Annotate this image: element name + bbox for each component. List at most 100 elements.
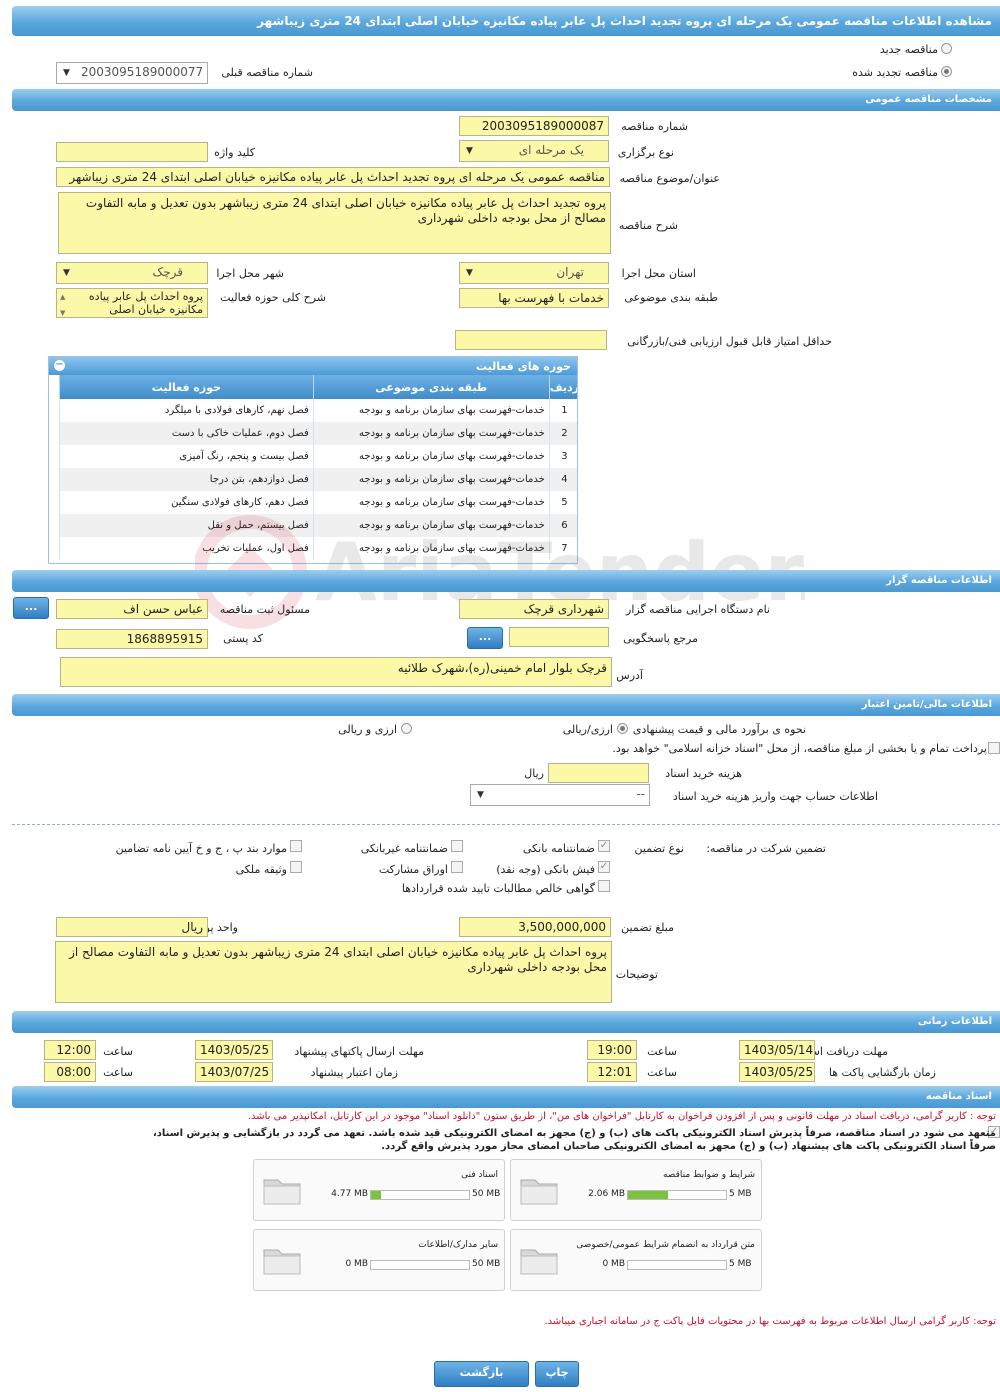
category-field[interactable]: خدمات با فهرست بها (459, 288, 609, 308)
keyword-label: کلید واژه (214, 146, 255, 159)
collapse-icon[interactable]: − (54, 360, 65, 371)
reference-label: مرجع پاسخگویی (623, 632, 698, 645)
table-row[interactable]: 1 خدمات-فهرست بهای سازمان برنامه و بودجه ف… (59, 399, 577, 422)
guarantee-clause-label: موارد بند پ ، ج و خ آیین نامه تضامین (115, 842, 287, 855)
pledge-text-2: صرفاً اسناد الکترونیکی پاکت های پیشنهاد … (381, 1141, 996, 1152)
city-select[interactable]: ▼ قرچک (56, 262, 208, 284)
min-score-field[interactable] (455, 330, 607, 350)
guarantee-claims-label: گواهی خالص مطالبات تایید شده قراردادها (401, 882, 595, 895)
treasury-text: پرداخت تمام و یا بخشی از مبلغ مناقصه، از… (612, 742, 987, 755)
holding-type-select[interactable]: ▼ یک مرحله ای (459, 140, 609, 162)
account-select[interactable]: ▼ -- (470, 784, 650, 806)
guarantee-claims-checkbox[interactable] (598, 880, 610, 892)
upload-progress (627, 1260, 727, 1270)
subject-field[interactable]: مناقصه عمومی یک مرحله ای پروه تجدید احدا… (56, 167, 610, 187)
radio-fx-rial[interactable] (401, 723, 412, 734)
doc-fee-field[interactable] (548, 763, 649, 783)
doc-other[interactable]: سایر مدارک/اطلاعات 0 MB 50 MB (253, 1229, 505, 1291)
table-row[interactable]: 3 خدمات-فهرست بهای سازمان برنامه و بودجه ف… (59, 445, 577, 468)
scroll-up-icon[interactable]: ▲ (60, 291, 65, 304)
doc-conditions[interactable]: شرایط و ضوابط مناقصه 2.06 MB 5 MB (510, 1159, 762, 1221)
radio-new[interactable] (941, 43, 952, 54)
responsible-field[interactable]: عباس حسن اف (56, 599, 208, 619)
radio-fx-rial-label: ارزی و ریالی (338, 723, 397, 736)
address-label: آدرس (616, 669, 643, 682)
prev-number-select[interactable]: ▼ 2003095189000077 (56, 62, 208, 84)
table-row[interactable]: 5 خدمات-فهرست بهای سازمان برنامه و بودجه ف… (59, 491, 577, 514)
guarantee-amount-field[interactable]: 3,500,000,000 (459, 917, 611, 937)
back-button[interactable]: بازگشت (434, 1361, 529, 1387)
postal-code-field[interactable]: 1868895915 (56, 629, 208, 649)
receive-time-field[interactable]: 19:00 (587, 1040, 637, 1060)
opening-time-field[interactable]: 12:01 (587, 1062, 637, 1082)
activities-grid-header: حوزه های فعالیت − (49, 357, 577, 375)
opening-date-field[interactable]: 1403/05/25 (739, 1062, 815, 1082)
reference-field[interactable] (509, 627, 609, 647)
subject-label: عنوان/موضوع مناقصه (619, 172, 720, 185)
col-activity: حوزه فعالیت (59, 375, 314, 399)
doc-fee-unit: ریال (524, 767, 544, 780)
description-label: شرح مناقصه (618, 219, 678, 232)
section-general-header: مشخصات مناقصه عمومی (12, 89, 1000, 111)
doc-technical[interactable]: اسناد فنی 4.77 MB 50 MB (253, 1159, 505, 1221)
print-button[interactable]: چاپ (535, 1361, 579, 1387)
guarantee-label: تضمین شرکت در مناقصه: (706, 842, 826, 855)
radio-renewed[interactable] (941, 66, 952, 77)
scroll-down-icon[interactable]: ▼ (60, 307, 65, 317)
upload-progress (627, 1190, 727, 1200)
address-textarea[interactable]: قرچک بلوار امام خمینی(ره)،شهرک طلائیه (60, 657, 612, 687)
guarantee-amount-label: مبلغ تضمین (621, 921, 674, 934)
table-row[interactable]: 2 خدمات-فهرست بهای سازمان برنامه و بودجه ف… (59, 422, 577, 445)
doc-fee-label: هزینه خرید اسناد (665, 767, 742, 780)
treasury-checkbox[interactable] (988, 742, 1000, 754)
guarantee-clause-checkbox[interactable] (290, 840, 302, 852)
guarantee-nonbank-label: ضمانتنامه غیربانکی (360, 842, 448, 855)
min-score-label: حداقل امتیاز قابل قبول ارزیابی فنی/بازرگ… (627, 335, 832, 348)
prev-number-label: شماره مناقصه قبلی (221, 66, 313, 79)
chevron-down-icon: ▼ (466, 146, 473, 156)
guarantee-bonds-checkbox[interactable] (451, 861, 463, 873)
keyword-field[interactable] (56, 142, 208, 162)
validity-time-label: ساعت (103, 1066, 133, 1079)
tender-number-field[interactable]: 2003095189000087 (459, 116, 609, 136)
guarantee-property-label: وثیقه ملکی (235, 863, 287, 876)
category-label: طبقه بندی موضوعی (624, 291, 718, 304)
guarantee-bonds-label: اوراق مشارکت (378, 863, 448, 876)
tender-number-label: شماره مناقصه (621, 120, 688, 133)
submit-date-field[interactable]: 1403/05/25 (195, 1040, 273, 1060)
page-title-bar: مشاهده اطلاعات مناقصه عمومی یک مرحله ای … (12, 6, 1000, 36)
opening-hour-label: ساعت (647, 1066, 677, 1079)
validity-date-field[interactable]: 1403/07/25 (195, 1062, 273, 1082)
receive-date-field[interactable]: 1403/05/14 (739, 1040, 815, 1060)
reference-lookup-button[interactable]: ... (467, 627, 503, 649)
doc-contract[interactable]: متن قرارداد به انضمام شرایط عمومی/خصوصی … (510, 1229, 762, 1291)
description-textarea[interactable]: پروه تجدید احداث پل عابر پیاده مکانیزه خ… (58, 192, 611, 254)
notes-label: توضیحات (615, 968, 658, 981)
radio-rial[interactable] (617, 723, 628, 734)
chevron-down-icon: ▼ (63, 268, 70, 278)
scope-textarea[interactable]: پروه احداث پل عابر پیاده مکانیزه خیابان … (56, 288, 208, 318)
guarantee-cash-checkbox[interactable]: ✓ (598, 861, 610, 873)
table-row[interactable]: 4 خدمات-فهرست بهای سازمان برنامه و بودجه ف… (59, 468, 577, 491)
radio-new-label: مناقصه جدید (879, 43, 938, 56)
scope-label: شرح کلی حوزه فعالیت (220, 291, 326, 304)
account-label: اطلاعات حساب جهت واریز هزینه خرید اسناد (672, 790, 878, 803)
validity-label: زمان اعتبار پیشنهاد (310, 1066, 398, 1079)
guarantee-nonbank-checkbox[interactable] (451, 840, 463, 852)
guarantee-property-checkbox[interactable] (290, 861, 302, 873)
guarantee-bank-checkbox[interactable]: ✓ (598, 840, 610, 852)
submit-time-field[interactable]: 12:00 (44, 1040, 96, 1060)
divider (12, 824, 1000, 825)
validity-time-field[interactable]: 08:00 (44, 1062, 96, 1082)
responsible-lookup-button[interactable]: ... (13, 597, 49, 619)
page-title: مشاهده اطلاعات مناقصه عمومی یک مرحله ای … (257, 14, 992, 28)
organizer-name-field[interactable]: شهرداری قرچک (459, 599, 609, 619)
radio-renewed-label: مناقصه تجدید شده (852, 66, 938, 79)
col-category: طبقه بندی موضوعی (312, 375, 550, 399)
currency-field[interactable]: ریال (56, 917, 208, 937)
notes-textarea[interactable]: پروه احداث پل عابر پیاده مکانیزه خیابان … (55, 941, 612, 1003)
chevron-down-icon: ▼ (477, 790, 484, 800)
folder-icon (263, 1179, 301, 1205)
province-select[interactable]: ▼ تهران (459, 262, 609, 284)
guarantee-cash-label: فیش بانکی (وجه نقد) (496, 863, 595, 876)
